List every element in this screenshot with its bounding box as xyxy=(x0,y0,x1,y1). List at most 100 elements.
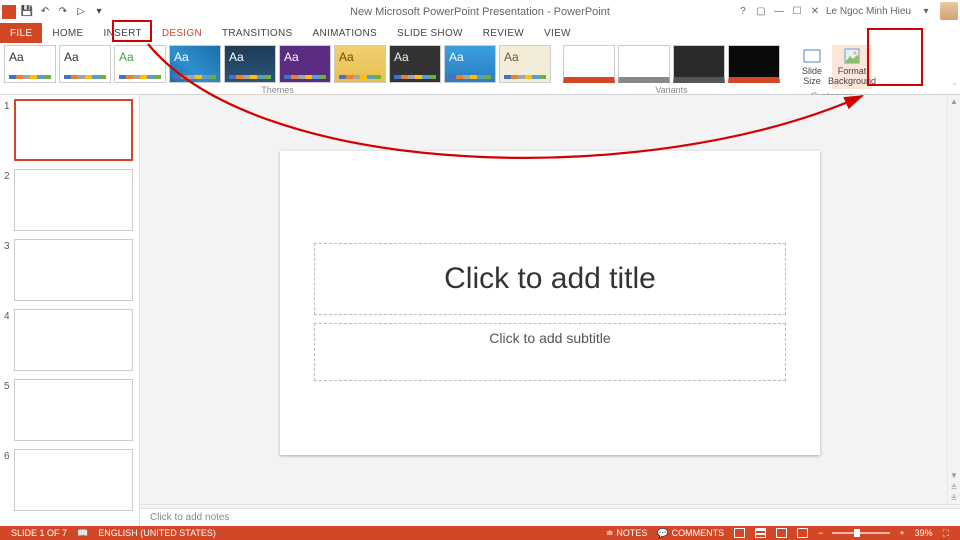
slide-number: 5 xyxy=(4,379,14,392)
normal-view-icon[interactable] xyxy=(734,528,745,538)
theme-thumb-9[interactable]: Aa xyxy=(499,45,551,83)
format-background-icon xyxy=(843,47,861,65)
slide-canvas-area: Click to add title Click to add subtitle… xyxy=(140,95,960,526)
slide-thumbnail xyxy=(14,449,133,511)
customize-group: Slide Size Format Background Customize xyxy=(792,45,872,89)
theme-thumb-3[interactable]: Aa xyxy=(169,45,221,83)
vertical-scrollbar[interactable]: ▲ ▼ ≙ ≚ xyxy=(947,95,960,504)
theme-thumb-1[interactable]: Aa xyxy=(59,45,111,83)
ribbon-tabs: FILEHOMEINSERTDESIGNTRANSITIONSANIMATION… xyxy=(0,23,960,43)
maximize-icon[interactable]: ☐ xyxy=(790,4,804,18)
canvas-scroll: Click to add title Click to add subtitle… xyxy=(140,95,960,504)
theme-thumb-7[interactable]: Aa xyxy=(389,45,441,83)
scroll-down-icon[interactable]: ▼ xyxy=(948,469,960,482)
slide-number: 2 xyxy=(4,169,14,182)
user-avatar[interactable] xyxy=(940,2,958,20)
slide-thumbnail-panel[interactable]: 1 2 3 4 5 6 xyxy=(0,95,140,526)
slide-thumbnail xyxy=(14,239,133,301)
help-icon[interactable]: ? xyxy=(736,4,750,18)
undo-icon[interactable]: ↶ xyxy=(38,5,52,19)
next-slide-icon[interactable]: ≚ xyxy=(948,493,960,504)
minimize-icon[interactable]: — xyxy=(772,4,786,18)
tab-file[interactable]: FILE xyxy=(0,23,42,43)
format-background-button[interactable]: Format Background xyxy=(832,45,872,89)
qat-customize-icon[interactable]: ▾ xyxy=(92,5,106,19)
language-indicator[interactable]: ENGLISH (UNITED STATES) xyxy=(98,528,216,538)
redo-icon[interactable]: ↷ xyxy=(56,5,70,19)
variant-thumb-2[interactable] xyxy=(673,45,725,83)
slideshow-view-icon[interactable] xyxy=(797,528,808,538)
tab-home[interactable]: HOME xyxy=(42,23,93,43)
subtitle-placeholder[interactable]: Click to add subtitle xyxy=(314,323,786,381)
slide-thumb-2[interactable]: 2 xyxy=(4,169,133,231)
tab-slide-show[interactable]: SLIDE SHOW xyxy=(387,23,473,43)
collapse-ribbon-icon[interactable]: ˇ xyxy=(953,82,956,92)
slide-size-button[interactable]: Slide Size xyxy=(792,45,832,89)
themes-group-label: Themes xyxy=(261,85,294,95)
status-bar: SLIDE 1 OF 7 📖 ENGLISH (UNITED STATES) ≐… xyxy=(0,526,960,540)
slide-thumbnail xyxy=(14,309,133,371)
title-placeholder[interactable]: Click to add title xyxy=(314,243,786,315)
variant-thumb-3[interactable] xyxy=(728,45,780,83)
variant-thumb-0[interactable] xyxy=(563,45,615,83)
slide-thumb-6[interactable]: 6 xyxy=(4,449,133,511)
tab-transitions[interactable]: TRANSITIONS xyxy=(212,23,303,43)
variant-thumb-1[interactable] xyxy=(618,45,670,83)
user-name[interactable]: Le Ngoc Minh Hieu xyxy=(826,6,911,17)
ribbon-options-icon[interactable]: ▢ xyxy=(754,4,768,18)
fit-to-window-icon[interactable]: ⛶ xyxy=(943,528,949,539)
tab-insert[interactable]: INSERT xyxy=(94,23,152,43)
close-icon[interactable]: ✕ xyxy=(808,4,822,18)
slide-thumbnail xyxy=(14,379,133,441)
themes-group: AaAaAaAaAaAaAaAaAaAa Themes xyxy=(4,45,551,83)
format-background-label: Format Background xyxy=(828,67,876,87)
work-area: 1 2 3 4 5 6 Click to add title Click to add s… xyxy=(0,95,960,526)
slide-size-label: Slide Size xyxy=(802,67,822,87)
sorter-view-icon[interactable] xyxy=(755,528,766,538)
ribbon-design: AaAaAaAaAaAaAaAaAaAa Themes ▾ Variants S… xyxy=(0,43,960,95)
theme-thumb-6[interactable]: Aa xyxy=(334,45,386,83)
zoom-level[interactable]: 39% xyxy=(915,528,933,538)
tab-animations[interactable]: ANIMATIONS xyxy=(303,23,387,43)
variants-group: Variants xyxy=(563,45,780,83)
notes-placeholder: Click to add notes xyxy=(150,512,230,523)
slide-editor[interactable]: Click to add title Click to add subtitle xyxy=(280,151,820,455)
theme-thumb-5[interactable]: Aa xyxy=(279,45,331,83)
theme-thumb-0[interactable]: Aa xyxy=(4,45,56,83)
slide-thumb-4[interactable]: 4 xyxy=(4,309,133,371)
user-dropdown-icon[interactable]: ▾ xyxy=(919,4,933,18)
quick-access-toolbar: 💾 ↶ ↷ ▷ ▾ xyxy=(0,5,106,19)
prev-slide-icon[interactable]: ≙ xyxy=(948,482,960,493)
slide-thumb-1[interactable]: 1 xyxy=(4,99,133,161)
save-icon[interactable]: 💾 xyxy=(20,5,34,19)
slide-thumb-3[interactable]: 3 xyxy=(4,239,133,301)
zoom-out-icon[interactable]: − xyxy=(818,528,823,538)
slide-thumbnail xyxy=(14,99,133,161)
reading-view-icon[interactable] xyxy=(776,528,787,538)
scroll-up-icon[interactable]: ▲ xyxy=(948,95,960,108)
window-title: New Microsoft PowerPoint Presentation - … xyxy=(350,6,610,18)
zoom-in-icon[interactable]: + xyxy=(899,528,904,538)
theme-thumb-4[interactable]: Aa xyxy=(224,45,276,83)
slide-number: 3 xyxy=(4,239,14,252)
tab-view[interactable]: VIEW xyxy=(534,23,581,43)
notes-pane[interactable]: Click to add notes xyxy=(140,508,960,526)
slide-indicator[interactable]: SLIDE 1 OF 7 xyxy=(11,528,67,538)
powerpoint-logo-icon xyxy=(2,5,16,19)
notes-toggle[interactable]: ≐ NOTES xyxy=(606,528,648,539)
start-from-beginning-icon[interactable]: ▷ xyxy=(74,5,88,19)
slide-number: 1 xyxy=(4,99,14,112)
theme-thumb-8[interactable]: Aa xyxy=(444,45,496,83)
comments-toggle[interactable]: 💬 COMMENTS xyxy=(657,528,724,539)
variants-group-label: Variants xyxy=(655,85,687,95)
zoom-slider[interactable] xyxy=(832,532,890,534)
theme-thumb-2[interactable]: Aa xyxy=(114,45,166,83)
tab-design[interactable]: DESIGN xyxy=(152,23,212,43)
slide-number: 4 xyxy=(4,309,14,322)
spellcheck-icon[interactable]: 📖 xyxy=(77,528,88,539)
tab-review[interactable]: REVIEW xyxy=(473,23,534,43)
slide-number: 6 xyxy=(4,449,14,462)
slide-thumb-5[interactable]: 5 xyxy=(4,379,133,441)
slide-thumbnail xyxy=(14,169,133,231)
window-controls: ? ▢ — ☐ ✕ Le Ngoc Minh Hieu ▾ xyxy=(736,2,958,20)
